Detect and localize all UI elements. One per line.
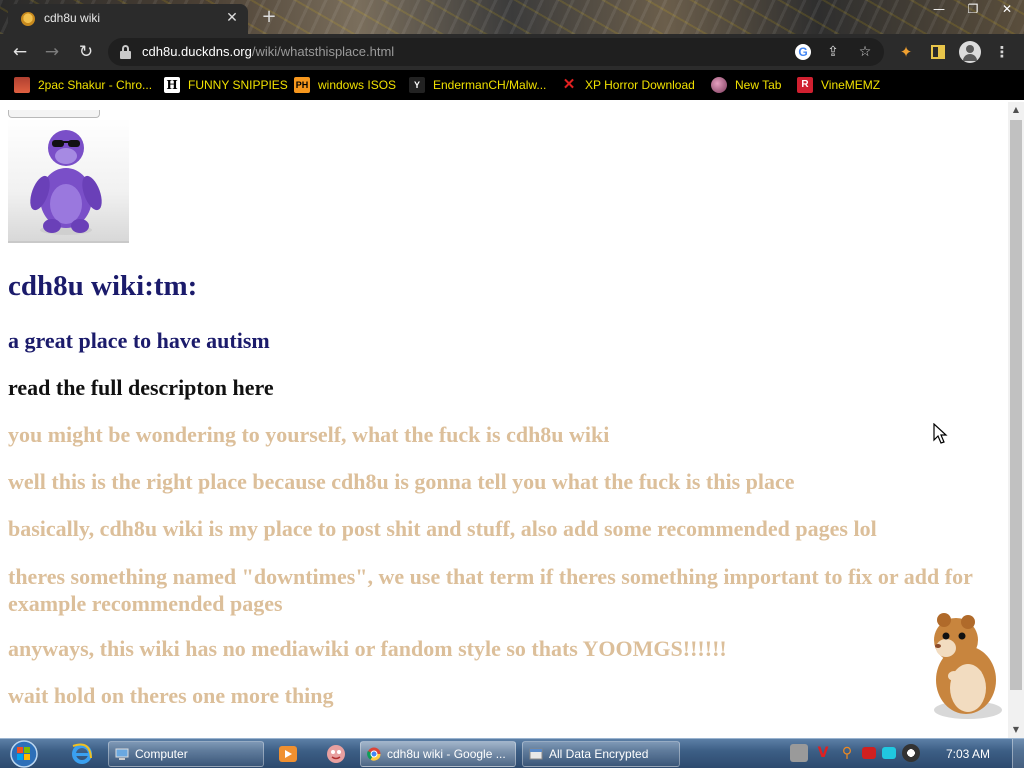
page-subtitle: a great place to have autism <box>8 328 270 353</box>
mouse-cursor-icon <box>933 423 948 444</box>
paragraph: wait hold on theres one more thing <box>8 683 334 708</box>
monitor-icon[interactable] <box>882 747 896 759</box>
scroll-down-icon[interactable]: ▼ <box>1008 722 1024 738</box>
star-icon[interactable]: ☆ <box>854 41 876 63</box>
browser-tab[interactable]: cdh8u wiki ✕ <box>8 4 248 34</box>
taskbar-label: cdh8u wiki - Google ... <box>387 747 506 761</box>
url-path: /wiki/whatsthisplace.html <box>251 44 395 59</box>
tab-favicon-icon <box>21 12 35 26</box>
taskbar-chrome[interactable]: cdh8u wiki - Google ... <box>360 741 516 767</box>
share-icon[interactable]: ⇪ <box>822 41 844 63</box>
back-button[interactable]: ← <box>8 40 32 64</box>
profile-icon[interactable] <box>958 40 982 64</box>
page-viewport: cdh8u wiki:tm: a great place to have aut… <box>0 102 1008 738</box>
browser-toolbar: ← → ↻ cdh8u.duckdns.org/wiki/whatsthispl… <box>0 34 1024 70</box>
reload-button[interactable]: ↻ <box>74 40 98 64</box>
maximize-button[interactable]: ❐ <box>956 0 990 18</box>
image-edge <box>8 110 100 118</box>
google-icon[interactable]: G <box>792 41 814 63</box>
taskbar-label: All Data Encrypted <box>549 747 649 761</box>
url-text[interactable]: cdh8u.duckdns.org/wiki/whatsthisplace.ht… <box>142 44 394 59</box>
system-tray: V ⚲ <box>790 744 920 762</box>
bookmark-label: EndermanCH/Malw... <box>433 78 547 92</box>
ph-icon: PH <box>294 77 310 93</box>
chrome-icon <box>367 747 381 761</box>
taskbar-all-data-encrypted[interactable]: All Data Encrypted <box>522 741 680 767</box>
lock-icon[interactable] <box>120 45 131 59</box>
yp-icon: Y <box>409 77 425 93</box>
bookmark-2pac[interactable]: 2pac Shakur - Chro... <box>14 76 152 94</box>
bookmark-label: VineMEMZ <box>821 78 881 92</box>
bookmarks-bar: 2pac Shakur - Chro... H FUNNY SNIPPIES P… <box>0 70 1024 100</box>
bookmark-label: 2pac Shakur - Chro... <box>38 78 153 92</box>
page-title: cdh8u wiki:tm: <box>8 270 198 302</box>
read-description-link[interactable]: read the full descripton here <box>8 375 274 401</box>
paragraph: you might be wondering to yourself, what… <box>8 422 610 447</box>
scroll-thumb[interactable] <box>1010 120 1022 690</box>
paragraph: well this is the right place because cdh… <box>8 469 795 494</box>
show-desktop-button[interactable] <box>1012 739 1024 768</box>
hamster-image <box>916 610 1008 722</box>
antivirus-icon[interactable]: V <box>814 744 832 762</box>
chrome-app-icon <box>14 77 30 93</box>
menu-icon[interactable]: ⋮ <box>990 40 1014 64</box>
computer-icon <box>115 748 129 760</box>
close-window-button[interactable]: ✕ <box>990 0 1024 18</box>
bookmark-label: FUNNY SNIPPIES <box>188 78 288 92</box>
minimize-button[interactable]: — <box>922 0 956 18</box>
newtab-icon <box>711 77 727 93</box>
red-x-icon: ✕ <box>562 76 576 93</box>
network-icon[interactable] <box>790 744 808 762</box>
search-tray-icon[interactable]: ⚲ <box>838 744 856 762</box>
paragraph: basically, cdh8u wiki is my place to pos… <box>8 516 877 541</box>
forward-button[interactable]: → <box>40 40 64 64</box>
r-icon: R <box>797 77 813 93</box>
bookmark-label: XP Horror Download <box>585 78 695 92</box>
paragraph: anyways, this wiki has no mediawiki or f… <box>8 636 727 661</box>
paragraph: theres something named "downtimes", we u… <box>8 564 973 616</box>
bookmark-label: New Tab <box>735 78 782 92</box>
bookmark-new-tab[interactable]: New Tab <box>711 76 781 94</box>
app-icon[interactable] <box>324 742 348 766</box>
media-player-icon[interactable] <box>276 742 300 766</box>
taskbar-label: Computer <box>135 747 188 761</box>
bookmark-label: windows ISOS <box>318 78 397 92</box>
sidepanel-icon[interactable] <box>926 40 950 64</box>
h-icon: H <box>164 77 180 93</box>
url-domain: cdh8u.duckdns.org <box>142 44 252 59</box>
taskbar-computer[interactable]: Computer <box>108 741 264 767</box>
bookmark-endermanch[interactable]: Y EndermanCH/Malw... <box>409 76 546 94</box>
puzzle-icon[interactable]: ✦ <box>894 40 918 64</box>
bookmark-xp-horror[interactable]: ✕ XP Horror Download <box>561 76 695 94</box>
tab-title: cdh8u wiki <box>44 11 101 25</box>
start-button-icon[interactable] <box>6 739 42 768</box>
taskbar-clock[interactable]: 7:03 AM <box>946 747 990 761</box>
flag-icon[interactable] <box>862 747 876 759</box>
window-icon <box>529 748 543 760</box>
window-controls: — ❐ ✕ <box>922 0 1024 20</box>
scroll-up-icon[interactable]: ▲ <box>1008 102 1024 118</box>
windows-taskbar: Computer cdh8u wiki - Google ... All Dat… <box>0 738 1024 768</box>
new-tab-button[interactable]: + <box>258 6 280 28</box>
purple-gorilla-image <box>8 118 129 243</box>
tab-close-icon[interactable]: ✕ <box>222 8 242 28</box>
bookmark-windows-isos[interactable]: PH windows ISOS <box>294 76 396 94</box>
bookmark-funny-snippies[interactable]: H FUNNY SNIPPIES <box>164 76 288 94</box>
page-scrollbar[interactable]: ▲ ▼ <box>1008 102 1024 738</box>
bookmark-vinememz[interactable]: R VineMEMZ <box>797 76 880 94</box>
address-bar[interactable]: cdh8u.duckdns.org/wiki/whatsthisplace.ht… <box>108 38 884 66</box>
speaker-icon[interactable] <box>902 744 920 762</box>
ie-icon[interactable] <box>70 742 94 766</box>
